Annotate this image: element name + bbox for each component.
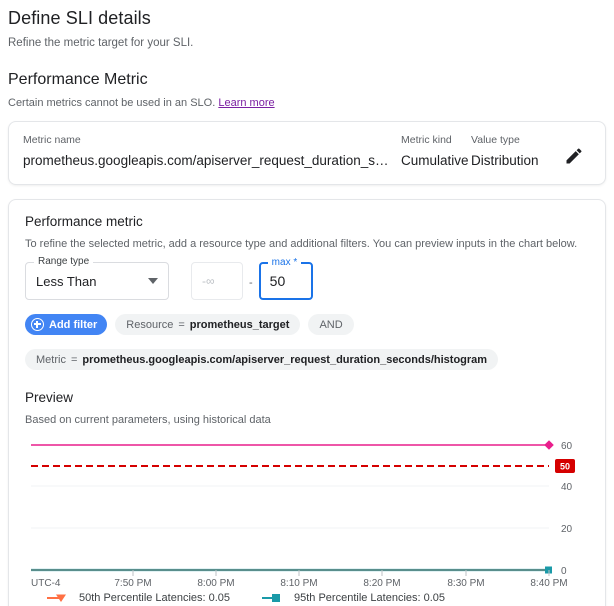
- chart-svg: 60 40 20 0 50 UTC-4 7:50 PM 8:00 PM 8:10…: [25, 434, 605, 586]
- filter-key: Metric: [36, 354, 66, 366]
- range-controls-row: Range type Less Than -∞ - max * 50: [25, 262, 589, 300]
- filter-chip-row-1: Add filter Resource = prometheus_target …: [25, 314, 589, 335]
- threshold-badge-label: 50: [560, 462, 570, 472]
- add-filter-label: Add filter: [49, 319, 97, 331]
- y-tick-label-40: 40: [561, 482, 573, 493]
- metric-name-value: prometheus.googleapis.com/apiserver_requ…: [23, 153, 391, 168]
- triangle-down-icon: [47, 592, 71, 604]
- x-tick-label: 8:40 PM: [530, 578, 567, 586]
- min-value-placeholder: -∞: [202, 274, 215, 288]
- legend-item-p95[interactable]: 95th Percentile Latencies: 0.05: [262, 592, 589, 604]
- metric-kind-label: Metric kind: [401, 134, 471, 146]
- max-value-label: max *: [268, 258, 302, 268]
- metric-name-label: Metric name: [23, 134, 391, 146]
- define-sli-details-page: Define SLI details Refine the metric tar…: [0, 0, 614, 606]
- y-tick-label-60: 60: [561, 441, 573, 452]
- x-tick-label: 8:20 PM: [363, 578, 400, 586]
- edit-metric-button[interactable]: [557, 134, 591, 166]
- x-tick-label: 8:00 PM: [197, 578, 234, 586]
- section-note-text: Certain metrics cannot be used in an SLO…: [8, 97, 215, 109]
- page-subtitle: Refine the metric target for your SLI.: [8, 37, 606, 49]
- range-type-value: Less Than: [36, 274, 96, 289]
- x-tick-label: 8:30 PM: [447, 578, 484, 586]
- filter-operator: =: [71, 354, 77, 366]
- preview-chart: 60 40 20 0 50 UTC-4 7:50 PM 8:00 PM 8:10…: [25, 434, 589, 586]
- metric-kind-value: Cumulative: [401, 153, 471, 168]
- metric-summary-card: Metric name prometheus.googleapis.com/ap…: [8, 121, 606, 185]
- x-axis-timezone-label: UTC-4: [31, 578, 61, 586]
- filter-chip-row-2: Metric = prometheus.googleapis.com/apise…: [25, 349, 589, 370]
- filter-conjunction: AND: [319, 319, 342, 331]
- value-type-label: Value type: [471, 134, 557, 146]
- filter-chip-metric[interactable]: Metric = prometheus.googleapis.com/apise…: [25, 349, 498, 370]
- legend-item-p50[interactable]: 50th Percentile Latencies: 0.05: [47, 592, 262, 604]
- perf-panel-title: Performance metric: [25, 214, 589, 229]
- max-value-text: 50: [270, 273, 286, 289]
- chevron-down-icon[interactable]: [148, 278, 158, 284]
- filter-operator: =: [178, 319, 184, 331]
- range-separator: -: [249, 273, 253, 289]
- perf-panel-description: To refine the selected metric, add a res…: [25, 238, 589, 250]
- filter-chip-and[interactable]: AND: [308, 314, 353, 335]
- filter-value: prometheus.googleapis.com/apiserver_requ…: [82, 354, 487, 366]
- page-title: Define SLI details: [8, 0, 606, 29]
- filter-chip-resource[interactable]: Resource = prometheus_target: [115, 314, 300, 335]
- section-note: Certain metrics cannot be used in an SLO…: [8, 97, 606, 109]
- legend-label: 50th Percentile Latencies: 0.05: [79, 592, 230, 604]
- x-tick-label: 8:10 PM: [280, 578, 317, 586]
- filter-value: prometheus_target: [190, 319, 290, 331]
- metric-name-column: Metric name prometheus.googleapis.com/ap…: [23, 134, 401, 168]
- value-type-column: Value type Distribution: [471, 134, 557, 168]
- metric-kind-column: Metric kind Cumulative: [401, 134, 471, 168]
- section-title-performance-metric: Performance Metric: [8, 71, 606, 89]
- learn-more-link[interactable]: Learn more: [218, 97, 274, 109]
- performance-metric-panel: Performance metric To refine the selecte…: [8, 199, 606, 606]
- preview-title: Preview: [25, 390, 589, 405]
- series-marker-p99: [544, 440, 554, 450]
- range-type-label: Range type: [34, 257, 93, 267]
- range-type-select[interactable]: Range type Less Than: [25, 262, 169, 300]
- y-tick-label-20: 20: [561, 524, 573, 535]
- y-tick-label-0: 0: [561, 566, 567, 577]
- x-tick-label: 7:50 PM: [114, 578, 151, 586]
- add-filter-button[interactable]: Add filter: [25, 314, 107, 335]
- legend-label: 95th Percentile Latencies: 0.05: [294, 592, 445, 604]
- chart-legend: 50th Percentile Latencies: 0.05 95th Per…: [25, 592, 589, 606]
- max-value-input[interactable]: max * 50: [259, 262, 313, 300]
- filter-key: Resource: [126, 319, 173, 331]
- preview-description: Based on current parameters, using histo…: [25, 414, 589, 426]
- square-icon: [262, 592, 286, 604]
- value-type-value: Distribution: [471, 153, 557, 168]
- plus-circle-icon: [31, 318, 44, 331]
- pencil-icon[interactable]: [564, 146, 584, 166]
- min-value-input: -∞: [191, 262, 243, 300]
